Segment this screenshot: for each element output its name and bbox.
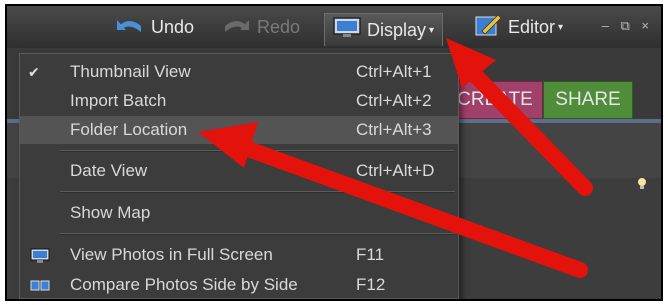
app-window: Undo Redo Display ▾ Editor ▾ – ⧉ × CREAT… — [5, 4, 663, 301]
redo-icon — [221, 16, 251, 39]
menu-separator — [60, 191, 455, 193]
menu-separator — [60, 150, 455, 152]
editor-icon — [474, 13, 502, 42]
display-dropdown-menu: ✔ Thumbnail View Ctrl+Alt+1 Import Batch… — [19, 53, 459, 299]
tab-share[interactable]: SHARE — [543, 81, 633, 119]
menu-item-shortcut: Ctrl+Alt+D — [356, 161, 435, 180]
editor-menu-button[interactable]: Editor ▾ — [474, 6, 563, 48]
menu-item-shortcut: Ctrl+Alt+1 — [356, 62, 432, 81]
lightbulb-icon[interactable] — [637, 178, 647, 190]
menu-item-label: Folder Location — [70, 120, 188, 139]
undo-button[interactable]: Undo — [115, 6, 194, 48]
menu-item-folder-location[interactable]: Folder Location Ctrl+Alt+3 — [20, 116, 458, 144]
tab-create[interactable]: CREATE — [447, 81, 543, 119]
top-toolbar: Undo Redo Display ▾ Editor ▾ – ⧉ × — [7, 6, 661, 48]
menu-item-shortcut: F12 — [356, 275, 386, 294]
menu-item-show-map[interactable]: Show Map — [20, 199, 458, 227]
menu-item-label: Import Batch — [70, 91, 167, 110]
menu-item-label: Show Map — [70, 203, 151, 222]
background-text: uhs — [459, 220, 484, 237]
menu-item-shortcut: F11 — [356, 245, 385, 264]
mode-tabs: CREATE SHARE — [447, 81, 633, 119]
display-menu-button[interactable]: Display ▾ — [324, 13, 444, 46]
menu-item-thumbnail-view[interactable]: ✔ Thumbnail View Ctrl+Alt+1 — [20, 58, 458, 86]
undo-icon — [115, 16, 145, 39]
menu-item-label: Date View — [70, 161, 148, 180]
window-controls[interactable]: – ⧉ × — [602, 18, 653, 34]
chevron-down-icon: ▾ — [558, 21, 564, 33]
monitor-icon — [333, 16, 361, 44]
compare-icon — [30, 278, 50, 299]
editor-label: Editor — [508, 16, 556, 37]
menu-item-shortcut: Ctrl+Alt+2 — [356, 91, 432, 110]
menu-item-view-full-screen[interactable]: View Photos in Full Screen F11 — [20, 241, 458, 269]
menu-item-label: View Photos in Full Screen — [70, 245, 273, 264]
display-label: Display — [367, 19, 427, 40]
menu-item-label: Thumbnail View — [70, 62, 191, 81]
menu-item-shortcut: Ctrl+Alt+3 — [356, 120, 432, 139]
checkmark-icon: ✔ — [28, 63, 40, 80]
menu-item-label: Compare Photos Side by Side — [70, 275, 298, 294]
menu-item-date-view[interactable]: Date View Ctrl+Alt+D — [20, 157, 458, 185]
redo-label: Redo — [257, 16, 301, 37]
monitor-icon — [30, 248, 50, 269]
menu-item-compare-side-by-side[interactable]: Compare Photos Side by Side F12 — [20, 271, 458, 299]
chevron-down-icon: ▾ — [429, 24, 435, 36]
undo-label: Undo — [151, 16, 195, 37]
menu-item-import-batch[interactable]: Import Batch Ctrl+Alt+2 — [20, 87, 458, 115]
redo-button[interactable]: Redo — [221, 6, 300, 48]
menu-separator — [60, 233, 455, 235]
